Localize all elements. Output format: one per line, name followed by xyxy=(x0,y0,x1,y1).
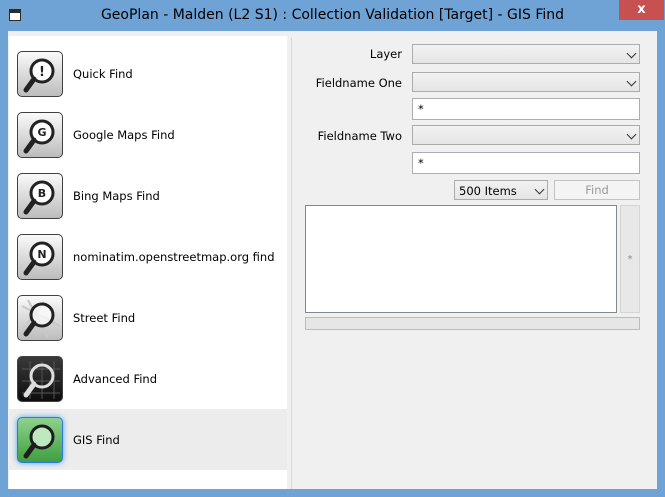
fieldname-one-select[interactable] xyxy=(412,72,640,92)
fieldname-two-select[interactable] xyxy=(412,125,640,145)
find-item-label: Bing Maps Find xyxy=(73,189,160,203)
chevron-down-icon xyxy=(626,76,637,87)
max-items-value: 500 Items xyxy=(459,184,517,198)
street-find-icon xyxy=(17,295,63,341)
chevron-down-icon xyxy=(626,48,637,59)
svg-text:G: G xyxy=(37,126,46,139)
close-button[interactable]: x xyxy=(619,0,664,20)
bing-maps-find-icon: B xyxy=(17,173,63,219)
title-bar[interactable]: GeoPlan - Malden (L2 S1) : Collection Va… xyxy=(0,0,665,30)
google-maps-find-icon: G xyxy=(17,112,63,158)
app-window: GeoPlan - Malden (L2 S1) : Collection Va… xyxy=(0,0,665,497)
find-item-google-maps-find[interactable]: G Google Maps Find xyxy=(9,104,287,165)
max-items-select[interactable]: 500 Items xyxy=(454,180,548,200)
chevron-down-icon xyxy=(534,184,545,195)
window-title: GeoPlan - Malden (L2 S1) : Collection Va… xyxy=(100,7,565,23)
svg-text:B: B xyxy=(38,187,46,200)
chevron-down-icon xyxy=(626,129,637,140)
gis-find-form: Layer Fieldname One * Fieldname Two * 50… xyxy=(291,38,656,489)
find-item-label: Advanced Find xyxy=(73,372,158,386)
find-item-quick-find[interactable]: ! Quick Find xyxy=(9,43,287,104)
find-item-street-find[interactable]: Street Find xyxy=(9,287,287,348)
svg-text:!: ! xyxy=(39,65,45,80)
find-item-label: Street Find xyxy=(73,311,136,325)
client-area: ! Quick Find G Google Maps Find B Bing M… xyxy=(8,31,657,489)
svg-text:N: N xyxy=(37,248,46,261)
find-item-label: Quick Find xyxy=(73,67,133,81)
fieldname-one-input[interactable]: * xyxy=(412,98,640,120)
advanced-find-icon xyxy=(17,356,63,402)
panel-splitter[interactable] xyxy=(287,36,290,489)
layer-label: Layer xyxy=(369,47,402,61)
quick-find-icon: ! xyxy=(17,51,63,97)
find-item-bing-maps-find[interactable]: B Bing Maps Find xyxy=(9,165,287,226)
nominatim-find-icon: N xyxy=(17,234,63,280)
layer-select[interactable] xyxy=(412,44,640,64)
find-item-label: nominatim.openstreetmap.org find xyxy=(73,250,275,264)
results-list[interactable] xyxy=(305,205,617,313)
progress-bar xyxy=(305,317,640,330)
find-item-advanced-find[interactable]: Advanced Find xyxy=(9,348,287,409)
find-button[interactable]: Find xyxy=(554,180,640,200)
results-side-strip[interactable]: * xyxy=(620,205,640,313)
find-item-label: Google Maps Find xyxy=(73,128,175,142)
find-item-label: GIS Find xyxy=(73,433,120,447)
find-item-gis-find[interactable]: GIS Find xyxy=(9,409,287,470)
fieldname-one-label: Fieldname One xyxy=(315,76,402,90)
fieldname-two-input[interactable]: * xyxy=(412,152,640,174)
find-method-list: ! Quick Find G Google Maps Find B Bing M… xyxy=(9,36,287,489)
gis-find-icon xyxy=(17,417,63,463)
fieldname-two-label: Fieldname Two xyxy=(317,129,402,143)
find-item-nominatim-find[interactable]: N nominatim.openstreetmap.org find xyxy=(9,226,287,287)
